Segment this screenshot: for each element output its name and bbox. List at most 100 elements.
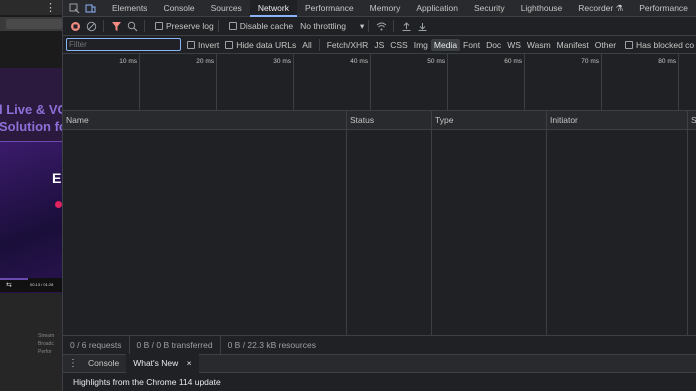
tab-application[interactable]: Application	[408, 0, 466, 17]
filter-type-media[interactable]: Media	[430, 38, 461, 51]
has-blocked-cookies-checkbox[interactable]	[625, 40, 634, 49]
toolbar-divider	[144, 20, 145, 32]
column-divider[interactable]	[687, 111, 688, 335]
timeline-tick-label: 60 ms	[504, 58, 522, 65]
filter-type-doc[interactable]: Doc	[483, 39, 504, 51]
tab-elements[interactable]: Elements	[104, 0, 155, 17]
timeline-tick: 10 ms	[63, 54, 140, 111]
section-text: Stream	[38, 333, 55, 339]
loop-icon[interactable]: ⇆	[6, 281, 12, 289]
timeline-tick: 30 ms	[217, 54, 294, 111]
record-stop-icon[interactable]	[67, 18, 83, 34]
hide-data-urls-checkbox[interactable]	[225, 40, 234, 49]
record-indicator-icon	[55, 201, 62, 208]
preserve-log-label: Preserve log	[166, 21, 214, 31]
filter-type-manifest[interactable]: Manifest	[554, 39, 592, 51]
column-header-type[interactable]: Type	[432, 111, 453, 130]
filter-type-fetch-xhr[interactable]: Fetch/XHR	[324, 39, 372, 51]
filter-divider	[318, 38, 320, 51]
toolbar-divider	[217, 20, 219, 32]
invert-label: Invert	[198, 39, 220, 50]
filter-type-other[interactable]: Other	[592, 39, 619, 51]
network-toolbar: Preserve log Disable cache No throttling…	[63, 17, 696, 36]
timeline-tick-label: 50 ms	[427, 58, 445, 65]
timeline-tick-label: 30 ms	[273, 58, 291, 65]
search-icon[interactable]	[124, 18, 140, 34]
filter-input[interactable]	[66, 38, 181, 51]
tab-recorder[interactable]: Recorder ⚗	[570, 0, 631, 17]
section-text: Perfor	[38, 349, 52, 355]
network-summary-bar: 0 / 6 requests 0 B / 0 B transferred 0 B…	[63, 335, 696, 355]
import-har-icon[interactable]	[398, 18, 414, 34]
page-search-bar[interactable]	[6, 19, 62, 29]
chevron-down-icon[interactable]: ▾	[360, 21, 364, 32]
column-header-status[interactable]: Status	[347, 111, 374, 130]
disable-cache-label: Disable cache	[239, 21, 294, 31]
column-divider[interactable]	[546, 111, 547, 335]
column-divider[interactable]	[431, 111, 432, 335]
tab-console[interactable]: Console	[155, 0, 202, 17]
timeline-tick: 50 ms	[371, 54, 448, 111]
filter-type-wasm[interactable]: Wasm	[524, 39, 554, 51]
clear-icon[interactable]	[83, 18, 99, 34]
filter-type-all[interactable]: All	[299, 39, 314, 51]
filter-bar: Invert Hide data URLs All Fetch/XHR JS C…	[63, 36, 696, 54]
tab-memory[interactable]: Memory	[362, 0, 409, 17]
timeline-tick: 20 ms	[140, 54, 217, 111]
timeline-tick: 70 ms	[525, 54, 602, 111]
device-toolbar-icon[interactable]	[82, 0, 98, 16]
tab-sources[interactable]: Sources	[203, 0, 250, 17]
drawer-tab-console[interactable]: Console	[81, 354, 126, 373]
video-time: 00:13 / 01:28	[30, 282, 54, 287]
column-header-initiator[interactable]: Initiator	[547, 111, 578, 130]
timeline-tick-label: 40 ms	[350, 58, 368, 65]
close-icon[interactable]: ×	[187, 358, 192, 368]
tab-performance-insights[interactable]: Performance	[631, 0, 696, 17]
filter-type-js[interactable]: JS	[371, 39, 387, 51]
preserve-log-checkbox[interactable]	[155, 22, 163, 30]
export-har-icon[interactable]	[414, 18, 430, 34]
invert-checkbox[interactable]	[187, 40, 195, 49]
video-progress[interactable]	[0, 278, 28, 280]
tab-recorder-label: Recorder	[578, 2, 614, 13]
tab-performance[interactable]: Performance	[297, 0, 362, 17]
column-header-name[interactable]: Name	[63, 111, 89, 130]
drawer-menu-icon[interactable]: ⋮	[65, 356, 81, 372]
inspect-element-icon[interactable]	[66, 0, 82, 16]
devtools-tab-bar: Elements Console Sources Network Perform…	[63, 0, 696, 17]
flask-icon: ⚗	[615, 2, 624, 13]
hero-headline-line2: Solution fo	[0, 119, 62, 134]
filter-icon[interactable]	[108, 18, 124, 34]
timeline-tick: 60 ms	[448, 54, 525, 111]
drawer-tab-whats-new[interactable]: What's New ×	[126, 354, 199, 373]
requests-table-header: Name Status Type Initiator Si	[63, 111, 696, 130]
column-divider[interactable]	[346, 111, 347, 335]
tab-security[interactable]: Security	[466, 0, 513, 17]
filter-type-font[interactable]: Font	[460, 39, 483, 51]
whats-new-panel: Highlights from the Chrome 114 update	[63, 373, 696, 391]
filter-type-css[interactable]: CSS	[387, 39, 410, 51]
drawer-tab-whats-new-label: What's New	[133, 358, 179, 368]
tab-lighthouse[interactable]: Lighthouse	[513, 0, 571, 17]
more-options-icon[interactable]: ⋮	[45, 1, 56, 14]
timeline-tick: 80 ms	[602, 54, 679, 111]
has-blocked-cookies-label: Has blocked co	[636, 39, 695, 50]
toolbar-divider	[368, 20, 370, 32]
transferred-size: 0 B / 0 B transferred	[130, 335, 221, 355]
timeline-tick: 40 ms	[294, 54, 371, 111]
whats-new-headline: Highlights from the Chrome 114 update	[73, 377, 221, 387]
column-header-size[interactable]: Si	[688, 111, 696, 130]
disable-cache-checkbox[interactable]	[228, 22, 237, 30]
video-player[interactable]	[0, 141, 62, 293]
page-viewport: ⋮ l Live & VO Solution fo E ⇆ 00:13 / 01…	[0, 0, 62, 391]
timeline-overview[interactable]: 10 ms 20 ms 30 ms 40 ms 50 ms 60 ms 70 m…	[63, 54, 696, 111]
drawer-tab-bar: ⋮ Console What's New ×	[63, 354, 696, 373]
throttling-select[interactable]: No throttling	[300, 21, 346, 31]
filter-type-ws[interactable]: WS	[504, 39, 524, 51]
tab-network[interactable]: Network	[249, 0, 297, 17]
network-conditions-icon[interactable]	[373, 18, 389, 34]
timeline-tick-label: 10 ms	[119, 58, 137, 65]
devtools-panel: Elements Console Sources Network Perform…	[62, 0, 696, 391]
video-controls[interactable]: ⇆ 00:13 / 01:28	[0, 278, 62, 292]
filter-type-img[interactable]: Img	[411, 39, 431, 51]
